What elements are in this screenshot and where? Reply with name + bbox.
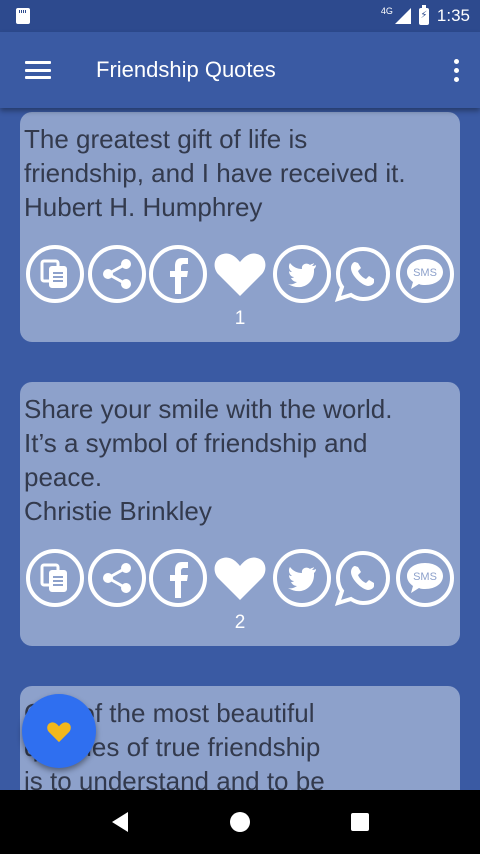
back-button[interactable] [90,792,150,852]
quote-text: The greatest gift of life is friendship,… [24,124,406,222]
battery-icon [418,4,429,25]
whatsapp-button[interactable] [333,244,393,304]
share-button[interactable] [87,548,147,608]
whatsapp-button[interactable] [333,548,393,608]
network-type: 4G [380,6,393,16]
twitter-button[interactable] [272,548,332,608]
favorites-fab[interactable] [22,694,96,768]
recents-button[interactable] [330,792,390,852]
copy-icon [26,549,84,607]
system-nav-bar [0,790,480,854]
facebook-button[interactable] [148,244,208,304]
twitter-button[interactable] [272,244,332,304]
facebook-icon [149,549,208,607]
more-vert-icon [453,58,459,64]
svg-text:SMS: SMS [413,571,437,583]
facebook-button[interactable] [148,548,208,608]
favorite-button[interactable] [210,548,270,608]
recents-icon [351,813,369,831]
sms-icon: SMS [395,245,454,303]
whatsapp-icon [335,246,391,303]
whatsapp-icon [335,550,391,607]
status-time: 1:35 [436,6,470,25]
quote-actions: SMS [24,244,456,304]
twitter-icon [272,549,331,607]
sd-card-icon [16,8,30,24]
favorite-button[interactable] [210,244,270,304]
signal-icon [394,8,411,24]
sms-button[interactable]: SMS [395,548,455,608]
quote-list[interactable]: The greatest gift of life is friendship,… [0,108,480,790]
menu-button[interactable] [0,32,76,108]
sms-icon: SMS [395,549,454,607]
hamburger-icon [25,61,51,79]
facebook-icon [149,245,208,303]
quote-card: The greatest gift of life is friendship,… [20,112,460,342]
page-title: Friendship Quotes [96,57,276,82]
share-icon [87,549,146,607]
copy-button[interactable] [25,244,85,304]
svg-text:SMS: SMS [413,267,437,279]
home-button[interactable] [210,792,270,852]
status-bar: 4G 1:35 [0,0,480,32]
heart-icon [214,557,266,600]
copy-icon [26,245,84,303]
app-bar: Friendship Quotes [0,32,480,108]
quote-text: Share your smile with the world. It’s a … [24,394,393,526]
home-icon [230,812,250,832]
overflow-menu-button[interactable] [432,32,480,108]
back-icon [112,812,128,832]
copy-button[interactable] [25,548,85,608]
twitter-icon [272,245,331,303]
share-icon [87,245,146,303]
share-button[interactable] [87,244,147,304]
quote-card: Share your smile with the world. It’s a … [20,382,460,646]
quote-number: 1 [234,308,246,329]
quote-number: 2 [234,612,246,633]
quote-actions: SMS [24,548,456,608]
heart-icon [47,722,71,743]
sms-button[interactable]: SMS [395,244,455,304]
heart-icon [214,253,266,296]
